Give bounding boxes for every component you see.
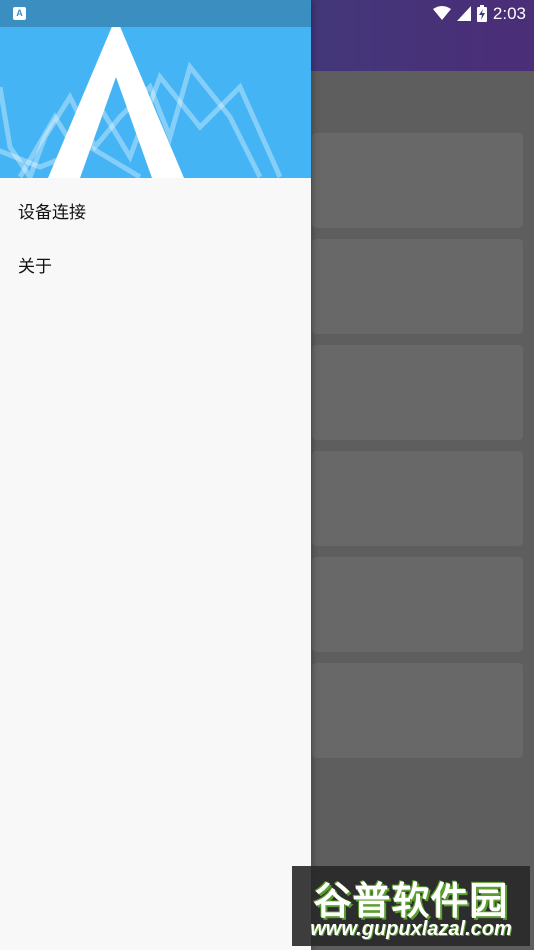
navigation-drawer: 设备连接 关于	[0, 0, 311, 950]
battery-charging-icon	[476, 5, 487, 22]
status-bar-left: A	[0, 0, 311, 27]
menu-item-about[interactable]: 关于	[18, 252, 52, 282]
list-card[interactable]	[312, 345, 523, 440]
status-bar: A 2:03	[0, 0, 534, 27]
list-card[interactable]	[312, 239, 523, 334]
list-card[interactable]	[312, 451, 523, 546]
app-notification-icon: A	[13, 7, 26, 20]
watermark-title: 谷普软件园	[313, 879, 509, 923]
list-card[interactable]	[312, 557, 523, 652]
status-icons: 2:03	[432, 0, 526, 27]
mountain-logo-icon	[0, 27, 283, 178]
watermark-url: www.gupuxlazal.com	[310, 918, 512, 940]
wifi-icon	[432, 6, 451, 20]
cell-signal-icon	[456, 6, 471, 21]
watermark: 谷普软件园 www.gupuxlazal.com	[292, 866, 530, 946]
drawer-header	[0, 27, 311, 178]
list-card[interactable]	[312, 133, 523, 228]
status-time: 2:03	[492, 4, 526, 23]
menu-item-device-connect[interactable]: 设备连接	[18, 198, 86, 228]
list-card[interactable]	[312, 663, 523, 758]
